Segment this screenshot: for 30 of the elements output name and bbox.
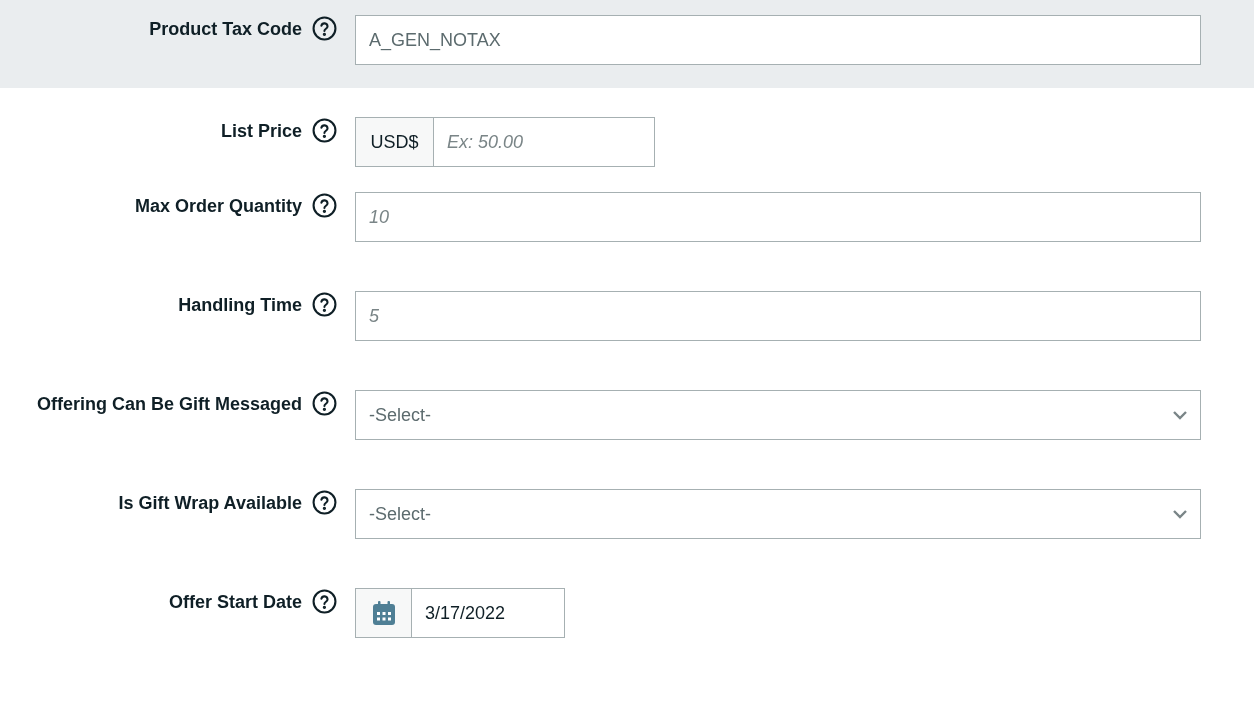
text-field[interactable]: A_GEN_NOTAX xyxy=(355,15,1201,65)
select-value: -Select- xyxy=(369,502,431,526)
field-label: Product Tax Code xyxy=(149,17,302,41)
field-label: List Price xyxy=(220,119,302,143)
field-label: Handling Time xyxy=(178,293,302,317)
date-input[interactable]: 3/17/2022 xyxy=(412,589,564,637)
select-dropdown[interactable]: -Select- xyxy=(355,390,1201,440)
field-label: Offer Start Date xyxy=(168,590,302,614)
help-icon[interactable] xyxy=(312,16,337,41)
help-icon[interactable] xyxy=(312,490,337,515)
select-value: -Select- xyxy=(369,403,431,427)
price-input[interactable]: Ex: 50.00 xyxy=(434,118,654,166)
currency-prefix: USD$ xyxy=(356,118,434,166)
price-field[interactable]: USD$ Ex: 50.00 xyxy=(355,117,655,167)
help-icon[interactable] xyxy=(312,118,337,143)
text-field[interactable]: 5 xyxy=(355,291,1201,341)
chevron-down-icon xyxy=(1172,509,1188,519)
help-icon[interactable] xyxy=(312,589,337,614)
field-label: Offering Can Be Gift Messaged xyxy=(36,392,302,416)
help-icon[interactable] xyxy=(312,292,337,317)
chevron-down-icon xyxy=(1172,410,1188,420)
date-field[interactable]: 3/17/2022 xyxy=(355,588,565,638)
calendar-button[interactable] xyxy=(356,589,412,637)
help-icon[interactable] xyxy=(312,193,337,218)
help-icon[interactable] xyxy=(312,391,337,416)
text-field[interactable]: 10 xyxy=(355,192,1201,242)
select-dropdown[interactable]: -Select- xyxy=(355,489,1201,539)
calendar-icon xyxy=(372,601,395,625)
field-label: Max Order Quantity xyxy=(134,194,302,218)
field-label: Is Gift Wrap Available xyxy=(118,491,302,515)
